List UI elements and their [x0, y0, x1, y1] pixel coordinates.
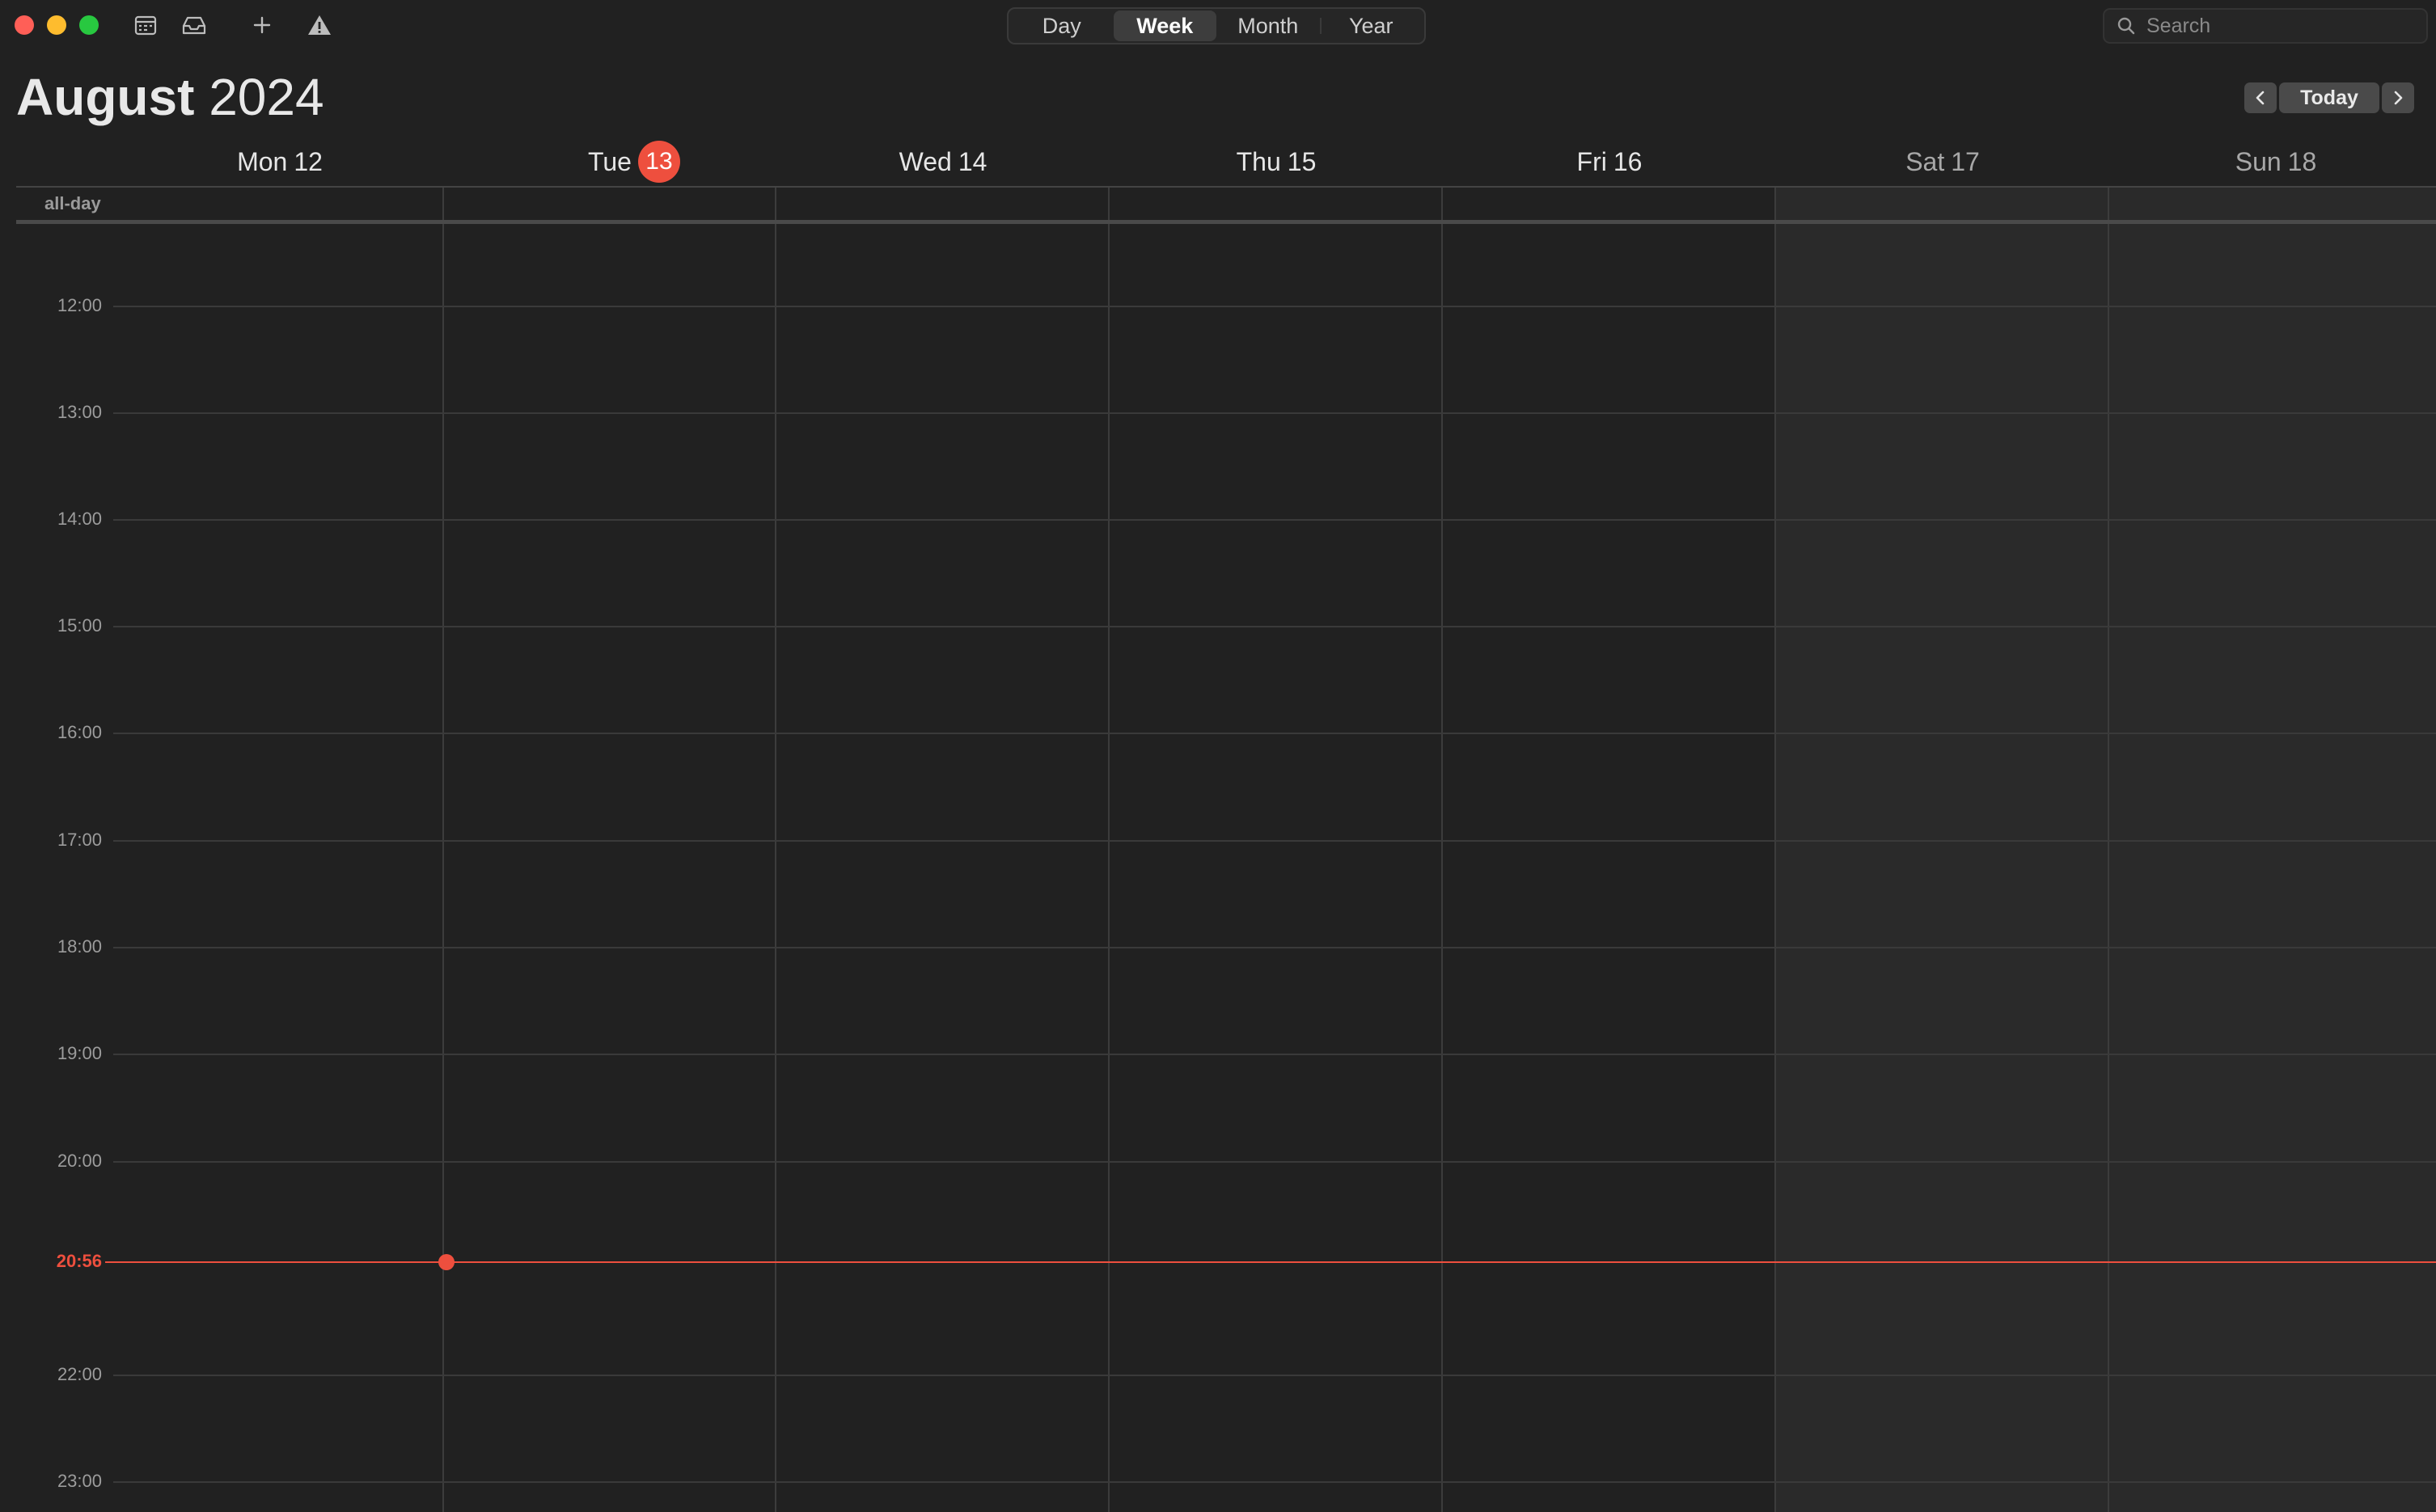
hour-row: 15:00 — [0, 615, 2436, 636]
day-separator — [1108, 188, 1110, 1512]
close-window-button[interactable] — [15, 15, 34, 35]
hour-label: 19:00 — [57, 1043, 102, 1063]
calendars-icon[interactable] — [132, 12, 159, 38]
search-input[interactable] — [2137, 10, 2426, 42]
day-separator — [1441, 188, 1443, 1512]
tab-month[interactable]: Month — [1216, 11, 1320, 41]
next-week-button[interactable] — [2382, 82, 2414, 113]
tab-day[interactable]: Day — [1010, 11, 1114, 41]
hour-row: 17:00 — [0, 830, 2436, 850]
day-name: Mon — [237, 146, 288, 176]
day-header-sat[interactable]: Sat 17 — [1776, 137, 2109, 186]
all-day-label: all-day — [44, 193, 101, 213]
day-header-fri[interactable]: Fri 16 — [1443, 137, 1776, 186]
hour-row: 12:00 — [0, 295, 2436, 315]
day-number: 16 — [1613, 146, 1643, 176]
hour-row: 18:00 — [0, 936, 2436, 957]
header-divider — [16, 186, 2436, 188]
hour-row: 13:00 — [0, 402, 2436, 422]
hour-gridline — [113, 1481, 2436, 1483]
day-separator — [2108, 188, 2109, 1512]
hour-gridline — [113, 1054, 2436, 1055]
hour-label: 20:00 — [57, 1151, 102, 1171]
day-header-tue[interactable]: Tue 13 — [467, 137, 801, 186]
weekend-background — [1774, 188, 2436, 1512]
current-time-label: 20:56 — [56, 1251, 102, 1271]
tab-week[interactable]: Week — [1113, 11, 1216, 41]
day-separator — [775, 188, 776, 1512]
hour-label: 18:00 — [57, 936, 102, 957]
day-name: Fri — [1576, 146, 1607, 176]
month-label: August — [16, 68, 195, 126]
day-number: 17 — [1951, 146, 1980, 176]
all-day-divider — [16, 220, 2436, 224]
hour-label: 17:00 — [57, 830, 102, 850]
title-bar: Day Week Month Year — [0, 0, 2436, 50]
hour-row: 14:00 — [0, 509, 2436, 529]
add-icon[interactable] — [248, 12, 276, 38]
calendar-window: Day Week Month Year August 2024 Today — [0, 0, 2436, 1512]
zoom-window-button[interactable] — [79, 15, 99, 35]
day-name: Sat — [1905, 146, 1945, 176]
day-header-wed[interactable]: Wed 14 — [776, 137, 1110, 186]
current-time-line — [105, 1261, 2436, 1263]
hour-gridline — [113, 519, 2436, 521]
page-title: August 2024 — [16, 65, 324, 129]
previous-week-button[interactable] — [2244, 82, 2277, 113]
hour-gridline — [113, 840, 2436, 842]
warning-icon[interactable] — [306, 12, 333, 38]
today-button[interactable]: Today — [2279, 82, 2379, 113]
inbox-icon[interactable] — [180, 12, 208, 38]
hour-gridline — [113, 947, 2436, 948]
day-separator — [442, 188, 444, 1512]
search-icon — [2116, 15, 2137, 36]
day-number: 12 — [294, 146, 323, 176]
day-number: 15 — [1287, 146, 1317, 176]
day-header-sun[interactable]: Sun 18 — [2109, 137, 2436, 186]
hour-gridline — [113, 306, 2436, 307]
hour-label: 12:00 — [57, 295, 102, 315]
hour-label: 14:00 — [57, 509, 102, 529]
view-switcher: Day Week Month Year — [1007, 7, 1426, 44]
day-name: Sun — [2235, 146, 2282, 176]
day-number: 18 — [2287, 146, 2317, 176]
hour-gridline — [113, 626, 2436, 627]
search-field[interactable] — [2103, 8, 2428, 44]
hour-row: 22:00 — [0, 1364, 2436, 1384]
week-navigation: Today — [2244, 82, 2414, 113]
hour-row: 20:00 — [0, 1151, 2436, 1171]
current-time-dot — [438, 1254, 455, 1270]
hour-gridline — [113, 1161, 2436, 1163]
day-header-mon[interactable]: Mon 12 — [113, 137, 446, 186]
chevron-right-icon — [2394, 91, 2403, 105]
day-name: Wed — [899, 146, 952, 176]
hour-label: 22:00 — [57, 1364, 102, 1384]
hour-row: 16:00 — [0, 722, 2436, 742]
day-headers: Mon 12 Tue 13 Wed 14 Thu 15 Fri 16 Sat 1… — [0, 137, 2436, 186]
tab-year[interactable]: Year — [1319, 11, 1423, 41]
day-name: Tue — [588, 146, 632, 176]
hour-gridline — [113, 412, 2436, 414]
day-header-thu[interactable]: Thu 15 — [1110, 137, 1443, 186]
year-label: 2024 — [209, 68, 324, 126]
day-name: Thu — [1236, 146, 1281, 176]
hour-label: 13:00 — [57, 402, 102, 422]
day-separator — [1774, 188, 1776, 1512]
hour-gridline — [113, 1375, 2436, 1376]
today-badge: 13 — [637, 141, 680, 183]
hour-gridline — [113, 733, 2436, 734]
hour-label: 16:00 — [57, 722, 102, 742]
day-number: 14 — [958, 146, 988, 176]
hour-label: 15:00 — [57, 615, 102, 636]
hour-label: 23:00 — [57, 1471, 102, 1491]
current-time-indicator: 20:56 — [0, 1251, 2436, 1271]
chevron-left-icon — [2256, 91, 2265, 105]
hour-row: 19:00 — [0, 1043, 2436, 1063]
minimize-window-button[interactable] — [47, 15, 66, 35]
hour-row: 23:00 — [0, 1471, 2436, 1491]
